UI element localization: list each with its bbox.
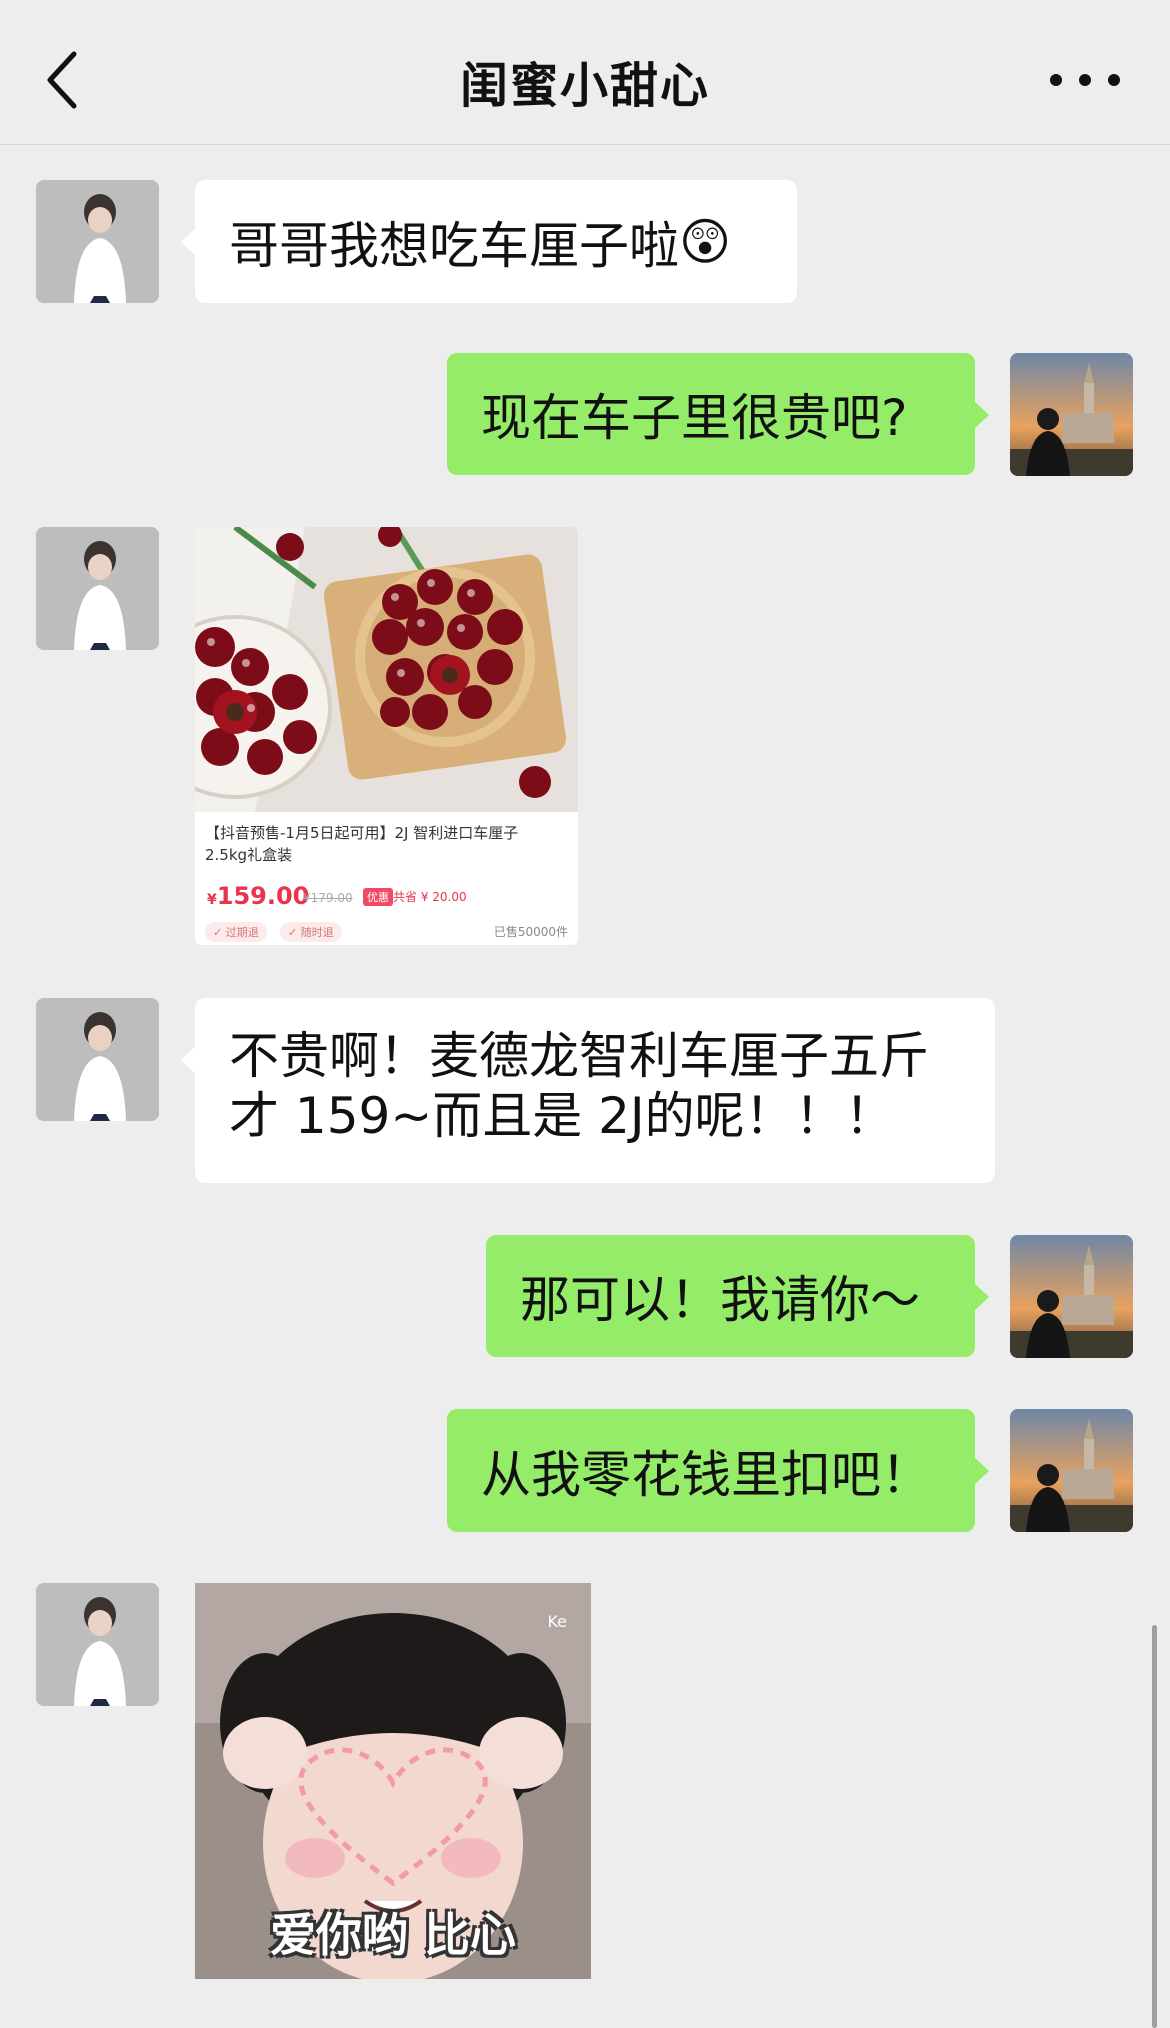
- message-text-line: 才 159~而且是 2J的呢！！！: [229, 1087, 895, 1145]
- contact-avatar[interactable]: [36, 998, 159, 1121]
- sticker-image[interactable]: Ke 爱你哟 比心: [195, 1583, 591, 1979]
- original-price: ¥179.00: [303, 891, 353, 905]
- sticker-caption: 爱你哟 比心: [269, 1908, 516, 1962]
- scrollbar[interactable]: [1152, 1625, 1157, 2028]
- sticker-watermark: Ke: [547, 1612, 567, 1631]
- currency-symbol: ¥: [207, 892, 217, 908]
- contact-avatar[interactable]: [36, 1583, 159, 1706]
- my-avatar[interactable]: [1010, 1235, 1133, 1358]
- price-value: 159.00: [216, 882, 310, 910]
- message-text: 哥哥我想吃车厘子啦: [229, 216, 679, 275]
- product-title: 【抖音预售-1月5日起可用】2J 智利进口车厘子 2.5kg礼盒装: [205, 824, 519, 864]
- message-bubble[interactable]: 不贵啊！麦德龙智利车厘子五斤 才 159~而且是 2J的呢！！！: [181, 998, 995, 1183]
- return-tag: ✓ 随时退: [280, 922, 342, 942]
- surprised-face-icon: 😲: [679, 212, 732, 271]
- saving-text: 共省 ¥ 20.00: [393, 890, 467, 904]
- contact-avatar[interactable]: [36, 527, 159, 650]
- more-dots-icon: [1050, 74, 1062, 86]
- product-card[interactable]: 【抖音预售-1月5日起可用】2J 智利进口车厘子 2.5kg礼盒装 ¥159.0…: [195, 527, 578, 945]
- message-bubble[interactable]: 那可以！我请你～: [486, 1235, 989, 1357]
- my-avatar[interactable]: [1010, 353, 1133, 476]
- message-bubble[interactable]: 现在车子里很贵吧?: [447, 353, 989, 475]
- return-tag: ✓ 过期退: [205, 922, 267, 942]
- message-text: 那可以！我请你～: [520, 1271, 920, 1329]
- message-text-line: 不贵啊！麦德龙智利车厘子五斤: [229, 1027, 929, 1085]
- chat-title: 闺蜜小甜心: [459, 58, 710, 114]
- deal-badge: 优惠: [363, 888, 393, 906]
- message-bubble[interactable]: 哥哥我想吃车厘子啦 😲: [181, 180, 797, 303]
- chat-screen: 闺蜜小甜心 哥哥我想吃车厘子啦 😲 现在车子里很贵吧? 【抖音预售-1月5日起可…: [0, 0, 1170, 2028]
- message-text: 现在车子里很贵吧?: [481, 389, 908, 447]
- product-price: ¥159.00: [207, 882, 309, 910]
- my-avatar[interactable]: [1010, 1409, 1133, 1532]
- message-bubble[interactable]: 从我零花钱里扣吧！: [447, 1409, 989, 1532]
- chat-header: 闺蜜小甜心: [0, 0, 1170, 145]
- contact-avatar[interactable]: [36, 180, 159, 303]
- sold-count: 已售50000件: [493, 925, 568, 939]
- product-image: [195, 527, 578, 812]
- message-text: 从我零花钱里扣吧！: [481, 1445, 931, 1504]
- more-button[interactable]: [1050, 60, 1120, 100]
